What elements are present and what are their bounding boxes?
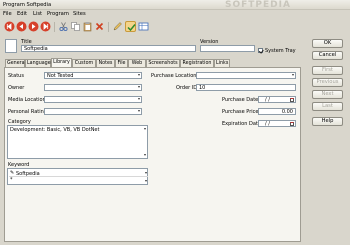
tab-links[interactable]: Links xyxy=(214,59,230,67)
purchase-location-dropdown[interactable] xyxy=(196,72,296,79)
status-dropdown[interactable]: Not Tested xyxy=(44,72,142,79)
ok-button[interactable]: OK xyxy=(312,39,343,48)
program-icon-box[interactable] xyxy=(5,39,17,53)
paste-icon[interactable] xyxy=(82,21,93,32)
system-tray-checkbox[interactable] xyxy=(258,48,263,53)
tab-web[interactable]: Web xyxy=(128,59,146,67)
chevron-down-icon xyxy=(138,110,140,112)
delete-icon[interactable] xyxy=(94,21,105,32)
owner-label: Owner xyxy=(8,85,25,91)
menu-program[interactable]: Program xyxy=(47,11,69,17)
expiration-date-label: Expiration Date xyxy=(222,121,261,127)
help-button[interactable]: Help xyxy=(312,117,343,126)
chevron-down-icon xyxy=(144,179,147,182)
first-button[interactable]: First xyxy=(312,66,343,75)
nav-prev-icon[interactable] xyxy=(16,21,27,32)
personal-rating-label: Personal Rating xyxy=(8,109,47,115)
category-listbox[interactable]: Development: Basic, VB, VB DotNet xyxy=(7,125,148,159)
tab-screenshots[interactable]: Screenshots xyxy=(146,59,180,67)
purchase-date-value: / / xyxy=(265,97,270,103)
nav-last-icon[interactable] xyxy=(40,21,51,32)
category-value: Development: Basic, VB, VB DotNet xyxy=(10,127,100,133)
menu-file[interactable]: File xyxy=(3,11,12,17)
status-label: Status xyxy=(8,73,24,79)
check-icon[interactable] xyxy=(125,21,136,32)
title-bar: Program Softpedia xyxy=(0,0,350,10)
menu-edit[interactable]: Edit xyxy=(17,11,27,17)
media-location-dropdown[interactable] xyxy=(44,96,142,103)
list-item[interactable]: ✎ Softpedia xyxy=(9,170,148,177)
grid-icon[interactable] xyxy=(138,21,149,32)
window-title: Program Softpedia xyxy=(3,2,52,8)
chevron-down-icon xyxy=(143,128,146,130)
menu-list[interactable]: List xyxy=(33,11,42,17)
tab-library[interactable]: Library xyxy=(51,58,72,67)
system-tray-label: System Tray xyxy=(265,48,296,54)
purchase-location-label: Purchase Location xyxy=(151,73,197,79)
status-value: Not Tested xyxy=(47,73,74,79)
last-button[interactable]: Last xyxy=(312,102,343,111)
purchase-price-field[interactable]: 0.00 xyxy=(258,108,296,115)
order-id-label: Order ID xyxy=(176,85,198,91)
new-row-icon: * xyxy=(10,177,13,183)
version-field[interactable] xyxy=(200,45,255,52)
tab-registration[interactable]: Registration xyxy=(180,59,214,67)
pencil-icon: ✎ xyxy=(10,170,15,176)
copy-icon[interactable] xyxy=(70,21,81,32)
toolbar-separator xyxy=(54,22,55,32)
chevron-down-icon xyxy=(138,98,140,100)
tab-file[interactable]: File xyxy=(115,59,128,67)
title-field[interactable]: Softpedia xyxy=(21,45,196,52)
calendar-icon[interactable] xyxy=(290,121,294,126)
keyword-list[interactable]: ✎ Softpedia * xyxy=(7,168,148,185)
tab-notes[interactable]: Notes xyxy=(96,59,115,67)
next-button[interactable]: Next xyxy=(312,90,343,99)
calendar-icon[interactable] xyxy=(290,97,294,102)
tab-general[interactable]: General xyxy=(5,59,26,67)
media-location-label: Media Location xyxy=(8,97,46,103)
purchase-date-label: Purchase Date xyxy=(222,97,259,103)
chevron-down-icon xyxy=(138,86,140,88)
previous-button[interactable]: Previous xyxy=(312,78,343,87)
chevron-down-icon xyxy=(143,154,146,156)
keyword-value: Softpedia xyxy=(16,170,40,177)
purchase-date-field[interactable]: / / xyxy=(258,96,296,103)
cut-icon[interactable] xyxy=(58,21,69,32)
purchase-price-label: Purchase Price xyxy=(222,109,259,115)
tab-language[interactable]: Language xyxy=(25,59,51,67)
toolbar-separator xyxy=(108,22,109,32)
personal-rating-dropdown[interactable] xyxy=(44,108,142,115)
chevron-down-icon xyxy=(144,172,147,174)
chevron-down-icon xyxy=(138,74,140,76)
order-id-field[interactable]: 10 xyxy=(196,84,296,91)
owner-dropdown[interactable] xyxy=(44,84,142,91)
cancel-button[interactable]: Cancel xyxy=(312,51,343,60)
chevron-down-icon xyxy=(292,74,294,76)
expiration-date-field[interactable]: / / xyxy=(258,120,296,127)
nav-first-icon[interactable] xyxy=(4,21,15,32)
nav-next-icon[interactable] xyxy=(28,21,39,32)
menu-sites[interactable]: Sites xyxy=(73,11,86,17)
expiration-date-value: / / xyxy=(265,121,270,127)
watermark: SOFTPEDIA xyxy=(225,0,291,10)
tab-custom[interactable]: Custom xyxy=(72,59,96,67)
edit-icon[interactable] xyxy=(112,21,123,32)
list-item[interactable]: * xyxy=(9,177,148,185)
